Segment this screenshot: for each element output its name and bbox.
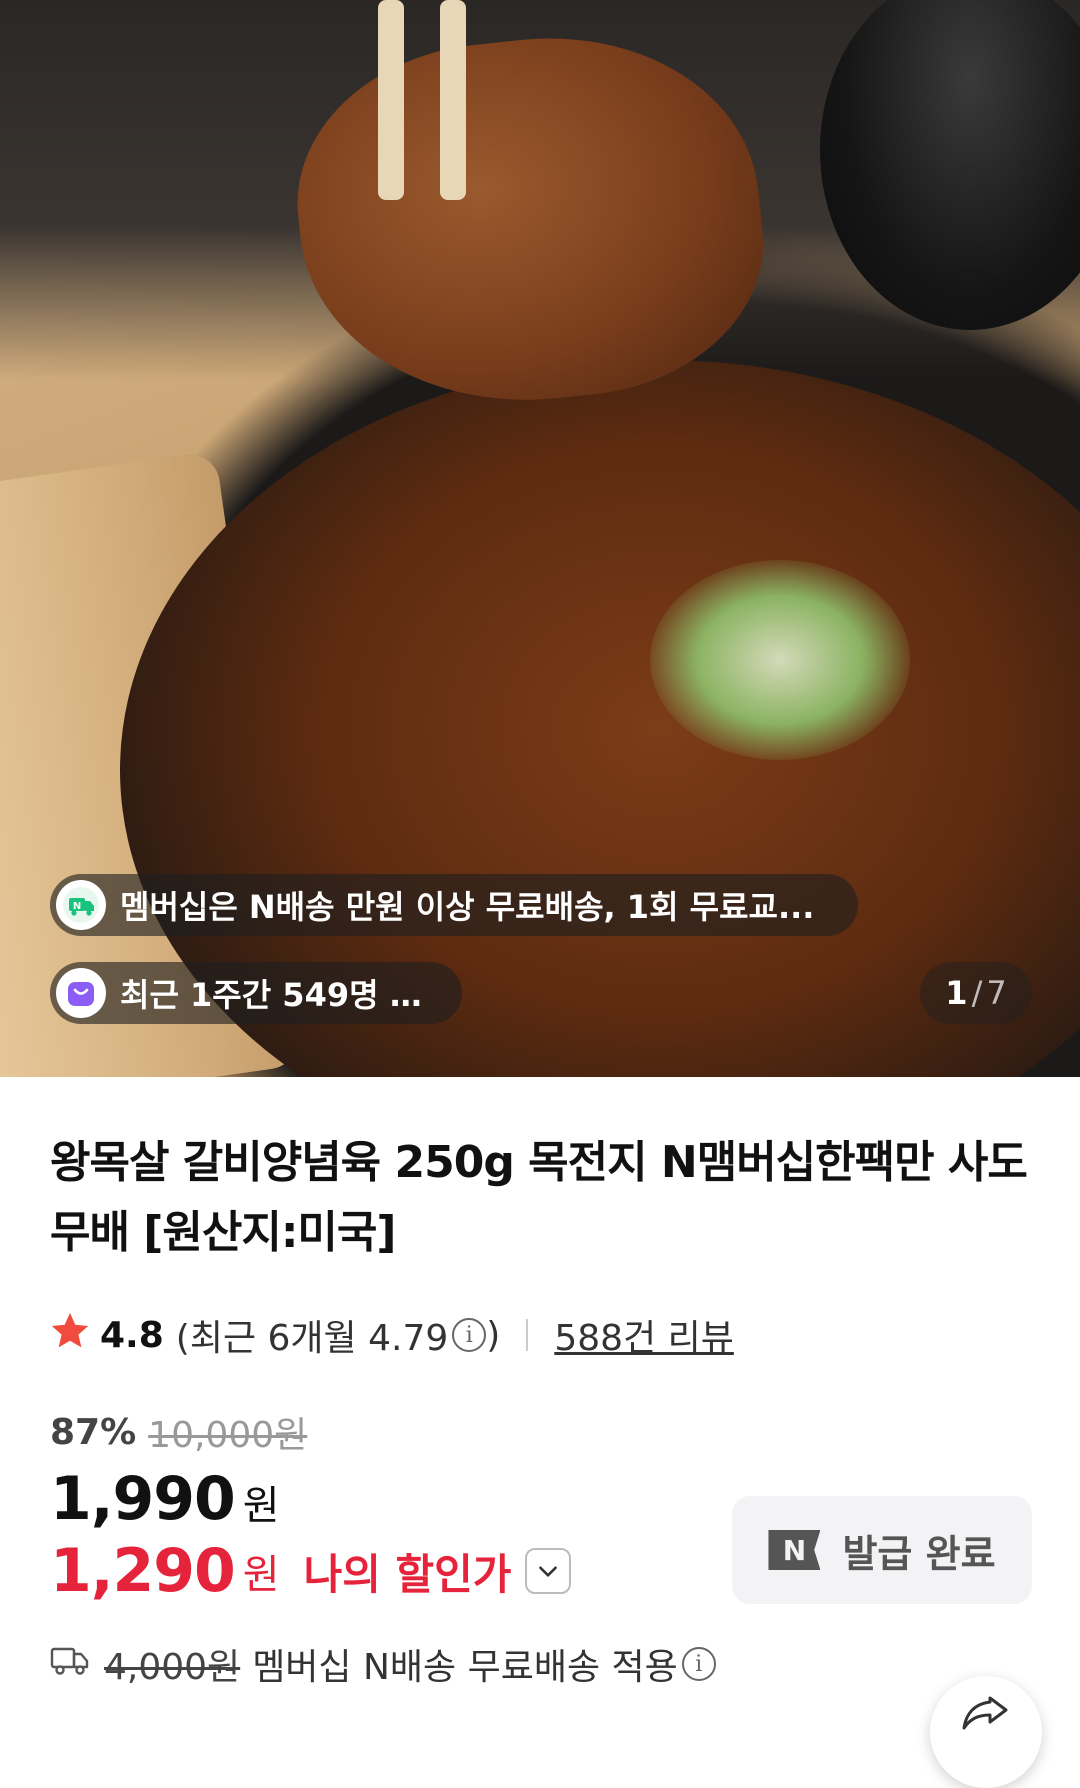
rating-row: 4.8 (최근 6개월 4.79 i ) 588건 리뷰 [48, 1310, 734, 1360]
coupon-label: 발급 완료 [842, 1531, 996, 1576]
info-icon[interactable]: i [452, 1318, 487, 1352]
divider [526, 1319, 529, 1351]
original-price: 10,000원 [148, 1415, 308, 1456]
share-icon [962, 1696, 1008, 1730]
my-price-label: 나의 할인가 [303, 1549, 512, 1599]
reviews-link[interactable]: 588건 리뷰 [554, 1309, 734, 1361]
membership-notice-text: 멤버십은 N배송 만원 이상 무료배송, 1회 무료교... [120, 888, 815, 926]
image-counter-separator: / [971, 974, 983, 1012]
share-button[interactable] [930, 1676, 1042, 1788]
shopping-bag-icon [56, 968, 106, 1018]
product-title: 왕목살 갈비양념육 250g 목전지 N맴버십한팩만 사도무배 [원산지:미국] [50, 1137, 1028, 1258]
my-price: 1,290 [50, 1536, 236, 1606]
shipping-text: 멤버십 N배송 무료배송 적용 [252, 1647, 678, 1688]
n-coupon-icon: N [768, 1530, 821, 1570]
chevron-down-icon [539, 1566, 558, 1577]
delivery-truck-icon: N [56, 880, 106, 930]
sale-price-unit: 원 [242, 1483, 280, 1529]
image-green-onion [650, 560, 910, 760]
image-counter-current: 1 [945, 974, 968, 1012]
coupon-issued-button[interactable]: N 발급 완료 [732, 1496, 1032, 1604]
image-chopstick [440, 0, 466, 200]
rating-recent: (최근 6개월 4.79 [175, 1318, 449, 1359]
svg-text:N: N [73, 901, 81, 912]
info-icon[interactable]: i [681, 1647, 716, 1681]
my-price-expand-button[interactable] [525, 1548, 572, 1594]
recent-purchases-text: 최근 1주간 549명 구매 [120, 976, 432, 1014]
recent-purchases-pill: 최근 1주간 549명 구매 [50, 962, 462, 1024]
original-price-row: 87% 10,000원 [50, 1406, 307, 1458]
discount-rate: 87% [50, 1411, 137, 1453]
star-icon [48, 1309, 92, 1362]
sale-price: 1,990 [50, 1464, 236, 1534]
rating-score: 4.8 [100, 1314, 164, 1356]
shipping-old-fee: 4,000원 [104, 1647, 241, 1688]
delivery-truck-icon [50, 1643, 90, 1686]
my-price-unit: 원 [242, 1552, 280, 1598]
image-counter-total: 7 [986, 974, 1007, 1012]
image-counter: 1 / 7 [920, 962, 1032, 1024]
membership-notice-pill[interactable]: N 멤버십은 N배송 만원 이상 무료배송, 1회 무료교... [50, 874, 858, 936]
my-price-row[interactable]: 1,290 원 나의 할인가 [50, 1536, 572, 1606]
image-chopstick [378, 0, 404, 200]
shipping-row: 4,000원 멤버십 N배송 무료배송 적용 i [50, 1638, 716, 1690]
sale-price-row: 1,990 원 [50, 1464, 280, 1534]
rating-recent-close: ) [486, 1314, 501, 1356]
